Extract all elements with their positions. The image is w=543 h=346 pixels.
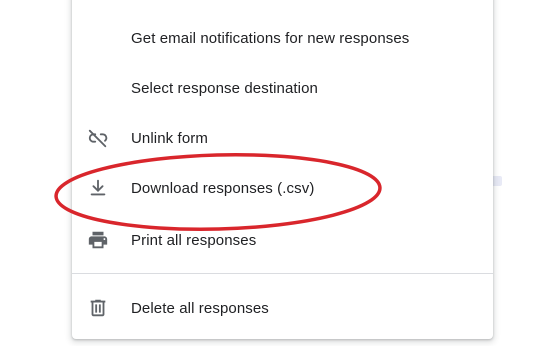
download-icon — [87, 177, 109, 199]
menu-item-label: Select response destination — [131, 79, 318, 97]
print-icon — [87, 229, 109, 251]
menu-item-unlink-form[interactable]: Unlink form — [72, 116, 493, 160]
menu-item-label: Print all responses — [131, 231, 257, 249]
menu-item-delete-all[interactable]: Delete all responses — [72, 286, 493, 330]
menu-item-label: Unlink form — [131, 129, 208, 147]
menu-item-email-notifications[interactable]: Get email notifications for new response… — [72, 16, 493, 60]
menu-item-download-csv[interactable]: Download responses (.csv) — [72, 166, 493, 210]
menu-item-select-destination[interactable]: Select response destination — [72, 66, 493, 110]
menu-item-print-all[interactable]: Print all responses — [72, 218, 493, 262]
menu-item-label: Download responses (.csv) — [131, 179, 315, 197]
menu-item-label: Delete all responses — [131, 299, 269, 317]
link-off-icon — [87, 127, 109, 149]
trash-icon — [87, 297, 109, 319]
responses-more-menu: Get email notifications for new response… — [72, 0, 493, 339]
screenshot-stage: Get email notifications for new response… — [0, 0, 543, 346]
menu-item-label: Get email notifications for new response… — [131, 29, 410, 47]
menu-divider — [72, 273, 493, 274]
